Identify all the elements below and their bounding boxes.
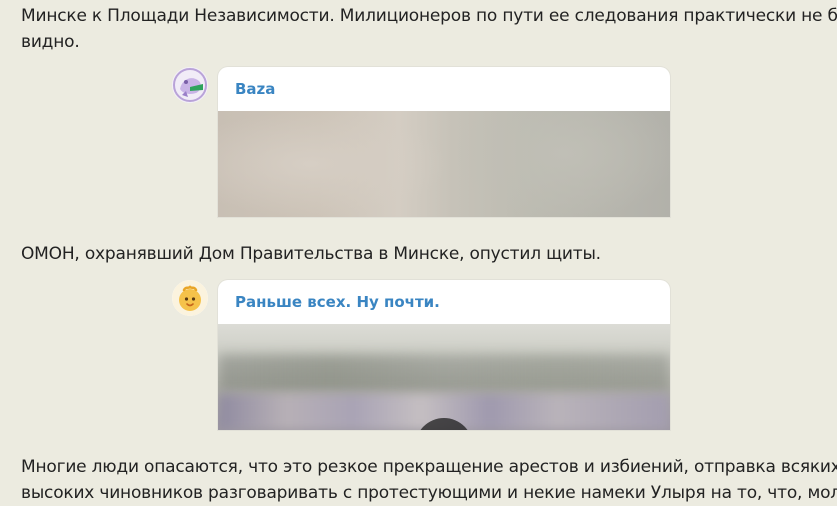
article-paragraph-bottom: Многие люди опасаются, что это резкое пр…: [21, 454, 837, 506]
embed-media-video[interactable]: [218, 324, 670, 430]
media-blur-left: [218, 111, 448, 217]
article-line: Многие люди опасаются, что это резкое пр…: [21, 457, 837, 477]
article-paragraph-top: Минске к Площади Независимости. Милицион…: [21, 3, 837, 55]
embed-card[interactable]: Baza: [218, 67, 670, 217]
media-blur-top: [218, 354, 670, 392]
article-line: Минске к Площади Независимости. Милицион…: [21, 6, 837, 26]
media-blur-right: [458, 111, 670, 217]
article-line: высоких чиновников разговаривать с проте…: [21, 483, 837, 503]
embed-card[interactable]: Раньше всех. Ну почти.: [218, 280, 670, 430]
channel-avatar[interactable]: [172, 280, 208, 316]
channel-name[interactable]: Baza: [218, 67, 670, 111]
article-line: видно.: [21, 32, 80, 52]
chick-avatar-icon: [172, 280, 208, 316]
baza-avatar-icon: [172, 67, 208, 103]
channel-name[interactable]: Раньше всех. Ну почти.: [218, 280, 670, 324]
article-paragraph-mid: ОМОН, охранявший Дом Правительства в Мин…: [21, 244, 601, 264]
channel-avatar[interactable]: [172, 67, 208, 103]
embed-media-photo[interactable]: [218, 111, 670, 217]
